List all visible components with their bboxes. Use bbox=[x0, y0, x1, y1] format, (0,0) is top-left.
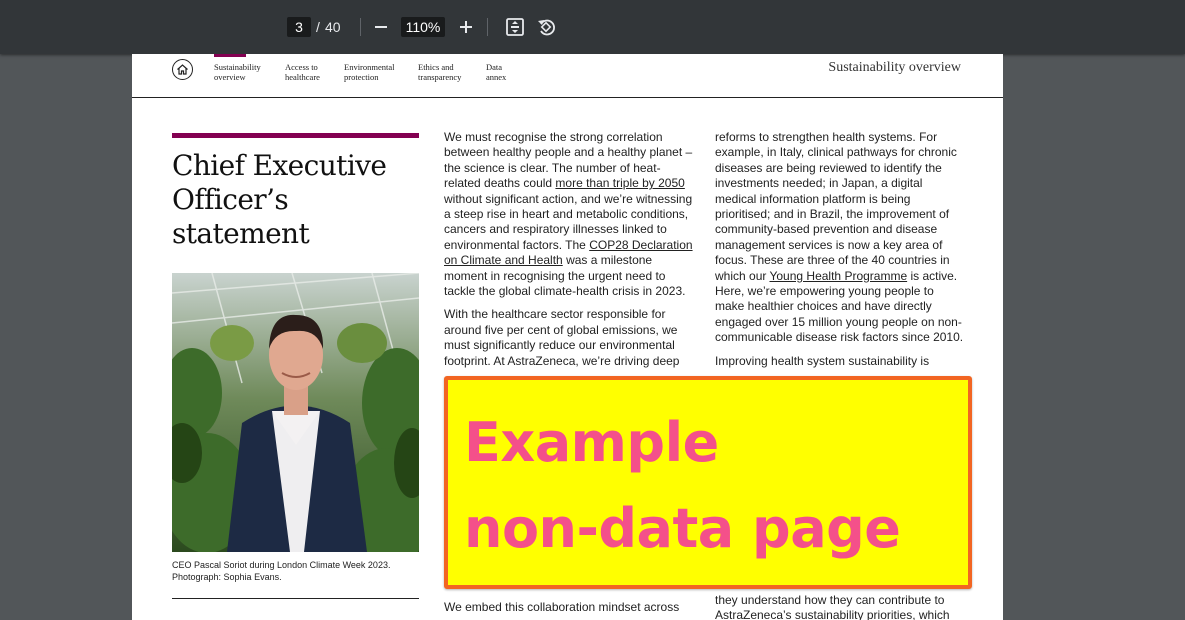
paragraph: reforms to strengthen health systems. Fo… bbox=[715, 130, 964, 345]
toolbar-divider bbox=[360, 18, 361, 36]
page-title: Chief Executive Officer’s statement bbox=[172, 149, 387, 250]
photo-caption: CEO Pascal Soriot during London Climate … bbox=[172, 560, 391, 582]
zoom-out-icon bbox=[375, 26, 387, 28]
rotate-button[interactable] bbox=[534, 15, 558, 39]
home-icon bbox=[177, 64, 188, 75]
nav-sustainability-overview[interactable]: Sustainability overview bbox=[214, 62, 261, 82]
overlay-text: Example non-data page bbox=[464, 411, 901, 560]
nav-access-to-healthcare[interactable]: Access to healthcare bbox=[285, 62, 320, 82]
home-button[interactable] bbox=[172, 59, 193, 80]
page-number-input[interactable]: 3 bbox=[287, 17, 311, 37]
total-pages: 40 bbox=[325, 19, 341, 35]
zoom-out-button[interactable] bbox=[369, 15, 393, 39]
title-accent-bar bbox=[172, 133, 419, 138]
fit-page-button[interactable] bbox=[503, 15, 527, 39]
overlay-banner: Example non-data page bbox=[444, 376, 972, 589]
zoom-in-icon bbox=[460, 21, 472, 33]
nav-ethics-and-transparency[interactable]: Ethics and transparency bbox=[418, 62, 461, 82]
zoom-input[interactable]: 110% bbox=[401, 17, 445, 37]
header-divider bbox=[132, 97, 1003, 98]
link[interactable]: on Climate and Health bbox=[444, 253, 563, 267]
nav-environmental-protection[interactable]: Environmental protection bbox=[344, 62, 395, 82]
paragraph: With the healthcare sector responsible f… bbox=[444, 307, 680, 368]
ceo-photo bbox=[172, 273, 419, 552]
rotate-icon bbox=[538, 19, 555, 36]
zoom-in-button[interactable] bbox=[454, 15, 478, 39]
pdf-toolbar: 3 / 40 110% bbox=[0, 0, 1185, 54]
toolbar-divider bbox=[487, 18, 488, 36]
section-title: Sustainability overview bbox=[828, 60, 961, 75]
link[interactable]: COP28 Declaration bbox=[589, 238, 692, 252]
fit-page-icon bbox=[506, 18, 524, 36]
body-column-1: We must recognise the strong correlation… bbox=[444, 130, 694, 377]
link[interactable]: more than triple by 2050 bbox=[555, 176, 684, 190]
paragraph: they understand how they can contribute … bbox=[715, 593, 950, 620]
paragraph: We embed this collaboration mindset acro… bbox=[444, 600, 680, 614]
caption-divider bbox=[172, 598, 419, 599]
nav-data-annex[interactable]: Data annex bbox=[486, 62, 506, 82]
paragraph: Improving health system sustainability i… bbox=[715, 353, 930, 368]
link[interactable]: Young Health Programme bbox=[769, 269, 907, 283]
nav-active-indicator bbox=[214, 54, 246, 57]
page-separator: / bbox=[316, 19, 320, 35]
body-column-2: reforms to strengthen health systems. Fo… bbox=[715, 130, 965, 377]
paragraph: We must recognise the strong correlation… bbox=[444, 130, 693, 299]
